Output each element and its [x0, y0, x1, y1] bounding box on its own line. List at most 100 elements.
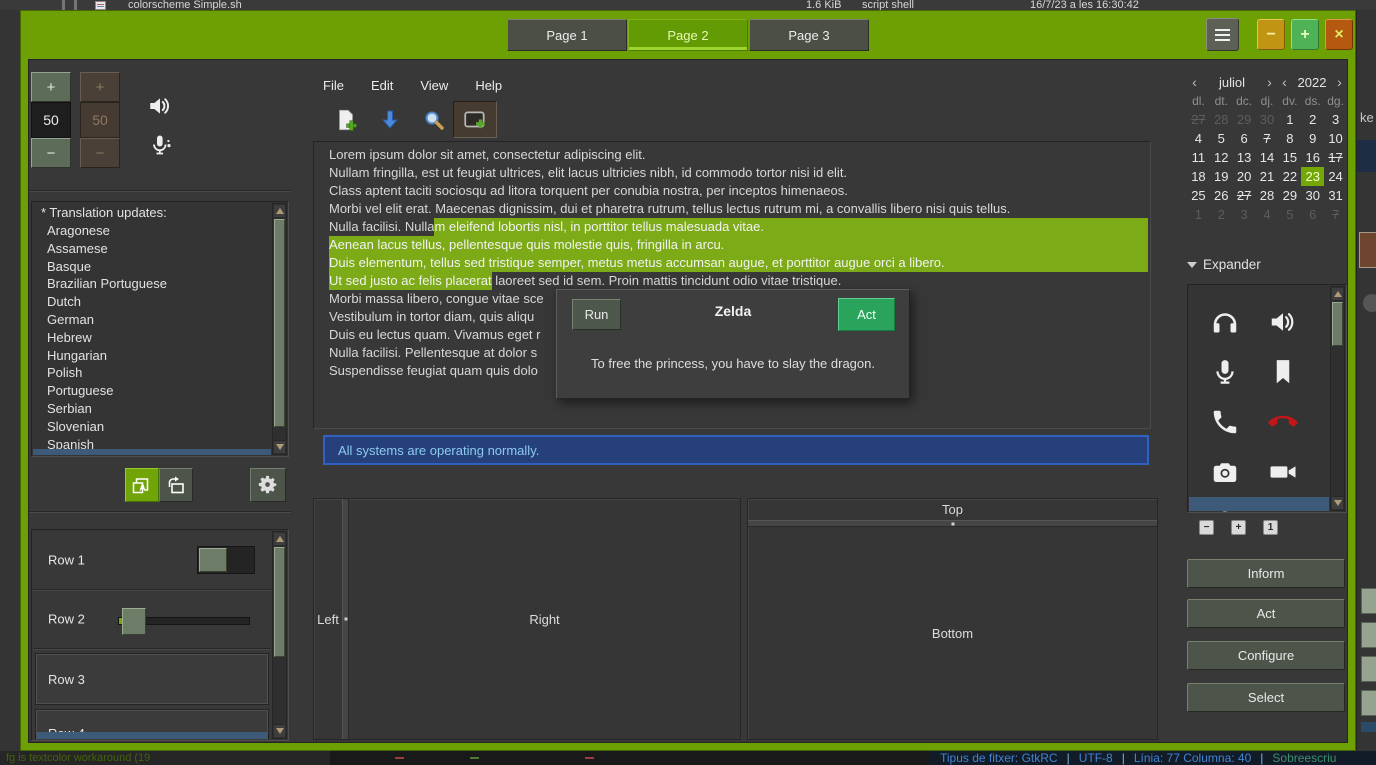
- calendar-day[interactable]: 18: [1187, 167, 1210, 186]
- calendar-day[interactable]: 5: [1278, 205, 1301, 224]
- calendar-day[interactable]: 29: [1233, 110, 1256, 129]
- icons-scrollbar[interactable]: [1330, 286, 1345, 511]
- menu-icon[interactable]: [1206, 18, 1239, 51]
- scroll-up-icon[interactable]: [274, 533, 285, 546]
- search-icon[interactable]: [417, 103, 451, 137]
- calendar-day[interactable]: 6: [1301, 205, 1324, 224]
- add-emblem-button[interactable]: +: [1231, 520, 1246, 535]
- microphone-icon[interactable]: [1196, 347, 1254, 397]
- scrollbar-thumb[interactable]: [1332, 302, 1343, 346]
- translation-list[interactable]: * Translation updates: AragoneseAssamese…: [31, 201, 289, 457]
- one-emblem-button[interactable]: 1: [1263, 520, 1278, 535]
- calendar-day[interactable]: 27: [1233, 186, 1256, 205]
- calendar-day[interactable]: 19: [1210, 167, 1233, 186]
- calendar-day[interactable]: 26: [1210, 186, 1233, 205]
- list-item-language[interactable]: Slovenian: [33, 418, 271, 436]
- calendar-day[interactable]: 28: [1256, 186, 1279, 205]
- list-item-language[interactable]: Basque: [33, 258, 271, 276]
- pane-splitter-horizontal[interactable]: [748, 520, 1157, 527]
- list-item[interactable]: Row 3: [36, 654, 268, 704]
- translation-toggle-button[interactable]: [125, 468, 159, 502]
- calendar-day[interactable]: 25: [1187, 186, 1210, 205]
- act-button-right[interactable]: Act: [1187, 599, 1345, 628]
- calendar-day[interactable]: 29: [1278, 186, 1301, 205]
- calendar-day[interactable]: 22: [1278, 167, 1301, 186]
- calendar-day[interactable]: 13: [1233, 148, 1256, 167]
- calendar-day[interactable]: 30: [1301, 186, 1324, 205]
- slider-handle[interactable]: [122, 608, 146, 635]
- toggle-switch[interactable]: [197, 546, 255, 574]
- download-arrow-icon[interactable]: [373, 103, 407, 137]
- video-camera-icon[interactable]: [1254, 447, 1312, 497]
- rows-scrollbar[interactable]: [272, 531, 287, 739]
- minimize-button[interactable]: −: [1257, 19, 1285, 50]
- calendar-day[interactable]: 24: [1324, 167, 1347, 186]
- scroll-up-icon[interactable]: [274, 205, 285, 218]
- person-icon[interactable]: [1196, 497, 1254, 513]
- calendar-prev-year-icon[interactable]: ‹: [1277, 74, 1292, 90]
- calendar-day[interactable]: 4: [1256, 205, 1279, 224]
- icon-view[interactable]: [1187, 284, 1347, 513]
- calendar-day[interactable]: 5: [1210, 129, 1233, 148]
- list-item-language[interactable]: Assamese: [33, 240, 271, 258]
- menu-help[interactable]: Help: [475, 78, 502, 93]
- camera-icon[interactable]: [1196, 447, 1254, 497]
- scrollbar-thumb[interactable]: [274, 547, 285, 657]
- headphones-icon[interactable]: [1196, 297, 1254, 347]
- monitor-icon[interactable]: [1254, 497, 1312, 513]
- phone-icon[interactable]: [1196, 397, 1254, 447]
- calendar-day[interactable]: 20: [1233, 167, 1256, 186]
- calendar-day[interactable]: 2: [1301, 110, 1324, 129]
- volume-icon[interactable]: [1254, 297, 1312, 347]
- spin-plus-button[interactable]: +: [31, 72, 71, 102]
- calendar-day[interactable]: 4: [1187, 129, 1210, 148]
- calendar-day[interactable]: 14: [1256, 148, 1279, 167]
- calendar-next-month-icon[interactable]: ›: [1262, 74, 1277, 90]
- calendar-day[interactable]: 27: [1187, 110, 1210, 129]
- menu-file[interactable]: File: [323, 78, 344, 93]
- menu-edit[interactable]: Edit: [371, 78, 393, 93]
- spin-value[interactable]: 50: [31, 102, 71, 138]
- pane-splitter-vertical[interactable]: [342, 499, 349, 739]
- calendar-day[interactable]: 23: [1301, 167, 1324, 186]
- calendar-day[interactable]: 17: [1324, 148, 1347, 167]
- list-item-language[interactable]: Hebrew: [33, 329, 271, 347]
- inform-button[interactable]: Inform: [1187, 559, 1345, 588]
- calendar-day[interactable]: 7: [1324, 205, 1347, 224]
- calendar-prev-month-icon[interactable]: ‹: [1187, 74, 1202, 90]
- calendar-day[interactable]: 2: [1210, 205, 1233, 224]
- configure-button[interactable]: Configure: [1187, 641, 1345, 670]
- calendar-day[interactable]: 6: [1233, 129, 1256, 148]
- scroll-down-icon[interactable]: [274, 440, 285, 453]
- calendar-day[interactable]: 16: [1301, 148, 1324, 167]
- calendar-day[interactable]: 3: [1233, 205, 1256, 224]
- menu-view[interactable]: View: [420, 78, 448, 93]
- slider[interactable]: [118, 617, 250, 625]
- orientation-toggle-button[interactable]: [159, 468, 193, 502]
- calendar-day[interactable]: 12: [1210, 148, 1233, 167]
- act-button[interactable]: Act: [838, 298, 895, 331]
- calendar-day[interactable]: 3: [1324, 110, 1347, 129]
- scroll-down-icon[interactable]: [274, 724, 285, 737]
- new-document-icon[interactable]: [329, 103, 363, 137]
- calendar-day[interactable]: 21: [1256, 167, 1279, 186]
- tab-page-3[interactable]: Page 3: [749, 19, 869, 51]
- calendar-day[interactable]: 30: [1256, 110, 1279, 129]
- bookmark-icon[interactable]: [1254, 347, 1312, 397]
- close-button[interactable]: ×: [1325, 19, 1353, 50]
- calendar-day[interactable]: 9: [1301, 129, 1324, 148]
- phone-hangup-icon[interactable]: [1254, 397, 1312, 447]
- list-scrollbar[interactable]: [272, 203, 287, 455]
- calendar-day[interactable]: 7: [1256, 129, 1279, 148]
- list-item[interactable]: Row 1: [33, 533, 271, 587]
- spin-minus-button[interactable]: −: [31, 138, 71, 168]
- list-item-language[interactable]: Hungarian: [33, 347, 271, 365]
- calendar-day[interactable]: 1: [1187, 205, 1210, 224]
- calendar-day[interactable]: 8: [1278, 129, 1301, 148]
- list-item-language[interactable]: Portuguese: [33, 382, 271, 400]
- calendar-next-year-icon[interactable]: ›: [1332, 74, 1347, 90]
- tab-page-1[interactable]: Page 1: [507, 19, 627, 51]
- calendar-day[interactable]: 31: [1324, 186, 1347, 205]
- remove-emblem-button[interactable]: −: [1199, 520, 1214, 535]
- list-item-language[interactable]: Polish: [33, 364, 271, 382]
